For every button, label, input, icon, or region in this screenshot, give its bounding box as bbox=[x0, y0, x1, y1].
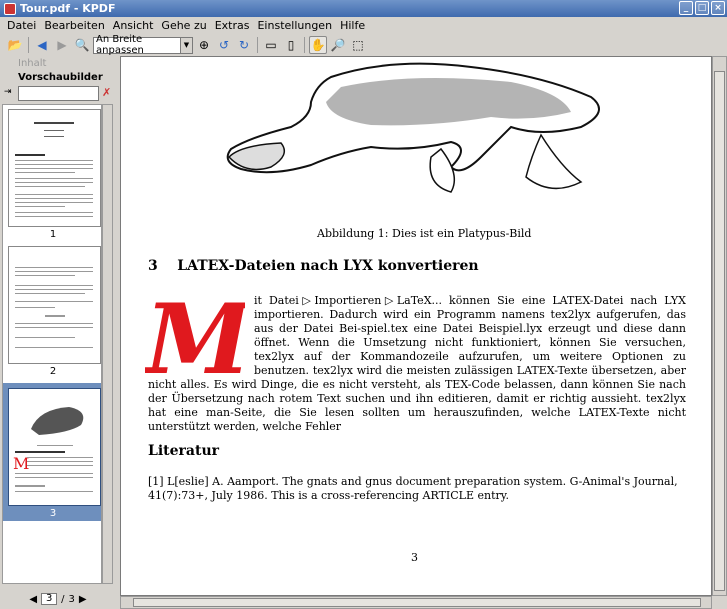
page-total: 3 bbox=[68, 593, 75, 605]
page-3-preview: M bbox=[13, 407, 93, 492]
page-separator: / bbox=[61, 593, 65, 605]
tab-contents[interactable]: Inhalt bbox=[2, 57, 114, 71]
prev-page-icon[interactable]: ◀ bbox=[29, 594, 37, 605]
figure-caption: Abbildung 1: Dies ist ein Platypus-Bild bbox=[317, 227, 532, 240]
open-folder-icon[interactable]: 📂 bbox=[6, 36, 24, 54]
menu-extras[interactable]: Extras bbox=[211, 19, 254, 32]
chevron-down-icon[interactable]: ▼ bbox=[180, 37, 192, 53]
close-icon[interactable]: × bbox=[711, 1, 725, 15]
page-number: 3 bbox=[411, 551, 418, 564]
thumbnail-page-1[interactable] bbox=[8, 109, 101, 227]
platypus-image bbox=[226, 62, 600, 193]
toolbar-separator bbox=[257, 37, 258, 53]
clear-filter-icon[interactable]: ✗ bbox=[102, 86, 111, 99]
zoom-icon[interactable]: 🔍 bbox=[73, 36, 91, 54]
page-input[interactable]: 3 bbox=[41, 593, 58, 605]
zoom-select[interactable]: An Breite anpassen ▼ bbox=[93, 34, 193, 56]
thumbnail-list[interactable]: 1 2 M 3 bbox=[2, 104, 102, 584]
rotate-right-icon[interactable]: ↻ bbox=[235, 36, 253, 54]
scroll-corner bbox=[712, 596, 727, 609]
forward-icon[interactable]: ▶ bbox=[53, 36, 71, 54]
thumbnail-label-1: 1 bbox=[49, 229, 57, 240]
vertical-scroll-thumb[interactable] bbox=[714, 71, 725, 591]
title-bar: Tour.pdf - KPDF _ □ × bbox=[0, 0, 727, 17]
filter-input[interactable] bbox=[18, 86, 99, 101]
body-paragraph: it Datei▷Importieren▷LaTeX... können Sie… bbox=[148, 294, 686, 434]
toolbar-separator bbox=[28, 37, 29, 53]
reference-entry: [1] L[eslie] A. Aamport. The gnats and g… bbox=[148, 475, 678, 502]
app-icon bbox=[4, 2, 16, 15]
vertical-scrollbar[interactable] bbox=[712, 56, 727, 596]
section-heading: 3 LATEX-Dateien nach LYX konvertieren bbox=[148, 258, 479, 274]
menu-datei[interactable]: Datei bbox=[3, 19, 40, 32]
zoom-in-icon[interactable]: ⊕ bbox=[195, 36, 213, 54]
zoom-value: An Breite anpassen bbox=[96, 34, 144, 56]
two-pages-icon[interactable]: ▯ bbox=[282, 36, 300, 54]
browse-tool-icon[interactable]: ✋ bbox=[309, 36, 327, 54]
filter-icon: ⇥ bbox=[4, 87, 12, 97]
page-1-preview bbox=[15, 122, 93, 217]
thumbnail-page-2[interactable] bbox=[8, 246, 101, 364]
rotate-left-icon[interactable]: ↺ bbox=[215, 36, 233, 54]
back-icon[interactable]: ◀ bbox=[33, 36, 51, 54]
menu-hilfe[interactable]: Hilfe bbox=[336, 19, 369, 32]
menu-einstellungen[interactable]: Einstellungen bbox=[253, 19, 336, 32]
menu-bearbeiten[interactable]: Bearbeiten bbox=[40, 19, 108, 32]
zoom-tool-icon[interactable]: 🔎 bbox=[329, 36, 347, 54]
toolbar-separator bbox=[304, 37, 305, 53]
menu-bar: Datei Bearbeiten Ansicht Gehe zu Extras … bbox=[0, 17, 727, 34]
svg-text:M: M bbox=[13, 454, 29, 473]
maximize-icon[interactable]: □ bbox=[695, 1, 709, 15]
thumbnail-label-2: 2 bbox=[49, 366, 57, 377]
tab-contents-label: Inhalt bbox=[18, 58, 47, 69]
sidebar: Inhalt Vorschaubilder ⇥ ✗ 1 2 M 3 ◀ 3 / … bbox=[0, 56, 116, 609]
document-view[interactable]: Abbildung 1: Dies ist ein Platypus-Bild … bbox=[120, 56, 712, 596]
literature-heading: Literatur bbox=[148, 443, 220, 459]
menu-gehe-zu[interactable]: Gehe zu bbox=[157, 19, 210, 32]
horizontal-scroll-thumb[interactable] bbox=[133, 598, 701, 607]
tab-thumbnails[interactable]: Vorschaubilder bbox=[2, 71, 114, 85]
dropcap-spacer bbox=[148, 294, 248, 378]
tab-thumbnails-label: Vorschaubilder bbox=[18, 72, 103, 83]
window-title: Tour.pdf - KPDF bbox=[20, 2, 116, 15]
thumbnail-label-3: 3 bbox=[49, 508, 57, 519]
minimize-icon[interactable]: _ bbox=[679, 1, 693, 15]
section-number: 3 bbox=[148, 258, 158, 274]
fit-width-icon[interactable]: ▭ bbox=[262, 36, 280, 54]
thumbnail-scrollbar[interactable] bbox=[102, 104, 113, 584]
horizontal-scrollbar[interactable] bbox=[120, 596, 712, 609]
filter-bar: ⇥ ✗ bbox=[2, 86, 114, 102]
select-tool-icon[interactable]: ⬚ bbox=[349, 36, 367, 54]
page-navigator: ◀ 3 / 3 ▶ bbox=[2, 592, 114, 606]
toolbar: 📂 ◀ ▶ 🔍 An Breite anpassen ▼ ⊕ ↺ ↻ ▭ ▯ ✋… bbox=[0, 34, 727, 56]
next-page-icon[interactable]: ▶ bbox=[79, 594, 87, 605]
thumbnail-page-3[interactable]: M bbox=[8, 388, 101, 506]
page-2-preview bbox=[15, 267, 93, 348]
section-title: LATEX-Dateien nach LYX konvertieren bbox=[177, 258, 479, 274]
menu-ansicht[interactable]: Ansicht bbox=[109, 19, 158, 32]
